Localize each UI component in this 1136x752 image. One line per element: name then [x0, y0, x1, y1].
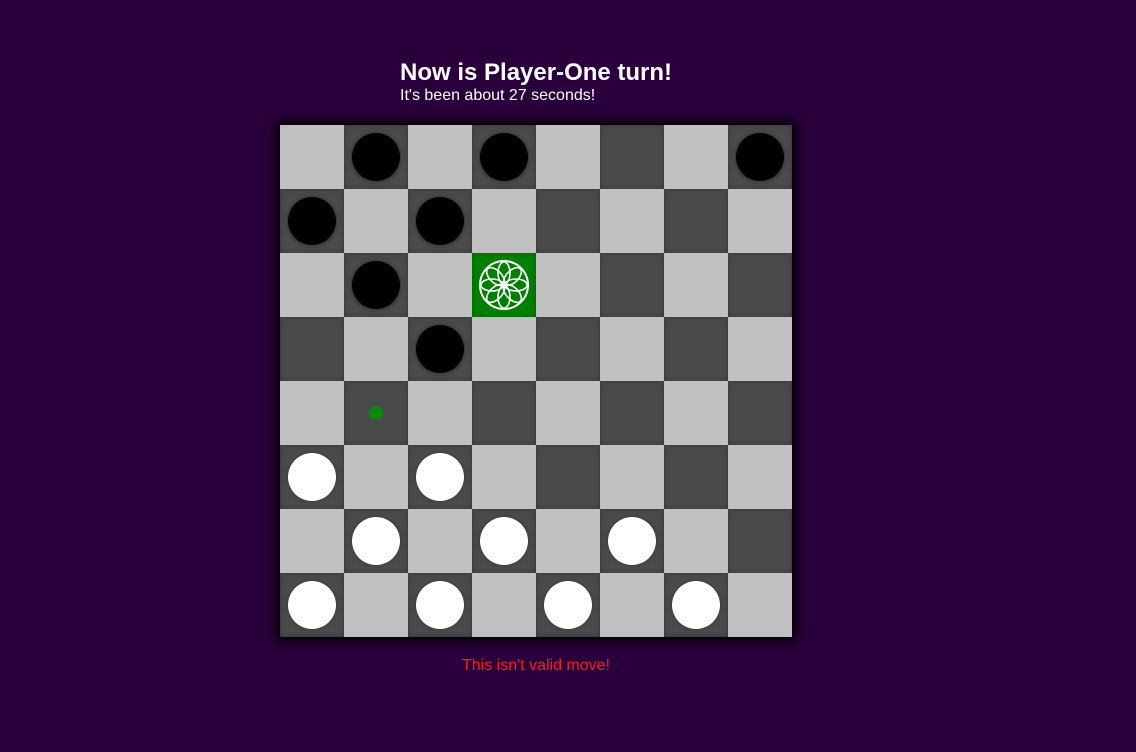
board-square[interactable]: [344, 573, 408, 637]
board-square[interactable]: [472, 573, 536, 637]
board-square[interactable]: [536, 509, 600, 573]
board-square[interactable]: [664, 573, 728, 637]
king-piece-icon[interactable]: [478, 259, 530, 311]
white-piece[interactable]: [608, 517, 656, 565]
white-piece[interactable]: [288, 581, 336, 629]
board-square[interactable]: [536, 445, 600, 509]
white-piece[interactable]: [352, 517, 400, 565]
board-square[interactable]: [280, 509, 344, 573]
board-square[interactable]: [280, 189, 344, 253]
white-piece[interactable]: [480, 517, 528, 565]
status-message: This isn't valid move!: [462, 657, 610, 674]
board-square[interactable]: [408, 445, 472, 509]
board-square[interactable]: [472, 189, 536, 253]
board-square[interactable]: [664, 445, 728, 509]
board-square[interactable]: [600, 573, 664, 637]
board-square[interactable]: [536, 189, 600, 253]
board-square[interactable]: [728, 253, 792, 317]
board-square[interactable]: [728, 381, 792, 445]
board-square[interactable]: [728, 445, 792, 509]
board-square[interactable]: [344, 125, 408, 189]
move-hint-dot[interactable]: [369, 406, 383, 420]
board-square[interactable]: [536, 381, 600, 445]
board-square[interactable]: [664, 125, 728, 189]
board-square[interactable]: [472, 125, 536, 189]
board-square[interactable]: [728, 125, 792, 189]
board-square[interactable]: [728, 189, 792, 253]
board-square[interactable]: [408, 509, 472, 573]
black-piece[interactable]: [352, 133, 400, 181]
board-square[interactable]: [472, 445, 536, 509]
board-square[interactable]: [344, 381, 408, 445]
board-square[interactable]: [600, 189, 664, 253]
board-square[interactable]: [600, 317, 664, 381]
board-square[interactable]: [536, 253, 600, 317]
board-square[interactable]: [664, 317, 728, 381]
board-square[interactable]: [408, 317, 472, 381]
board-square[interactable]: [728, 317, 792, 381]
black-piece[interactable]: [480, 133, 528, 181]
board-square[interactable]: [728, 509, 792, 573]
board-square[interactable]: [344, 253, 408, 317]
board-square[interactable]: [728, 573, 792, 637]
board-square[interactable]: [664, 189, 728, 253]
checkers-board: [280, 125, 792, 637]
board-square[interactable]: [536, 317, 600, 381]
board-square[interactable]: [408, 125, 472, 189]
board-square[interactable]: [344, 317, 408, 381]
board-square[interactable]: [472, 253, 536, 317]
board-square[interactable]: [280, 381, 344, 445]
board-square[interactable]: [408, 381, 472, 445]
board-square[interactable]: [472, 509, 536, 573]
white-piece[interactable]: [416, 581, 464, 629]
white-piece[interactable]: [416, 453, 464, 501]
board-square[interactable]: [344, 509, 408, 573]
board-square[interactable]: [600, 125, 664, 189]
game-screen: Now is Player-One turn! It's been about …: [0, 0, 1136, 752]
board-square[interactable]: [280, 253, 344, 317]
board-square[interactable]: [472, 317, 536, 381]
board-square[interactable]: [280, 573, 344, 637]
board-square[interactable]: [600, 381, 664, 445]
board-square[interactable]: [600, 445, 664, 509]
board-square[interactable]: [472, 381, 536, 445]
board-square[interactable]: [536, 125, 600, 189]
board-square[interactable]: [344, 445, 408, 509]
black-piece[interactable]: [288, 197, 336, 245]
board-square[interactable]: [600, 509, 664, 573]
board-square[interactable]: [408, 253, 472, 317]
turn-indicator: Now is Player-One turn!: [400, 59, 673, 86]
white-piece[interactable]: [672, 581, 720, 629]
board-square[interactable]: [664, 253, 728, 317]
white-piece[interactable]: [288, 453, 336, 501]
turn-timer: It's been about 27 seconds!: [400, 87, 596, 104]
board-square[interactable]: [408, 573, 472, 637]
board-square[interactable]: [664, 509, 728, 573]
board-square[interactable]: [280, 125, 344, 189]
black-piece[interactable]: [416, 325, 464, 373]
white-piece[interactable]: [544, 581, 592, 629]
board-square[interactable]: [664, 381, 728, 445]
board-square[interactable]: [408, 189, 472, 253]
board-square[interactable]: [600, 253, 664, 317]
board-square[interactable]: [280, 445, 344, 509]
board-square[interactable]: [280, 317, 344, 381]
black-piece[interactable]: [736, 133, 784, 181]
board-square[interactable]: [536, 573, 600, 637]
black-piece[interactable]: [352, 261, 400, 309]
black-piece[interactable]: [416, 197, 464, 245]
board-square[interactable]: [344, 189, 408, 253]
